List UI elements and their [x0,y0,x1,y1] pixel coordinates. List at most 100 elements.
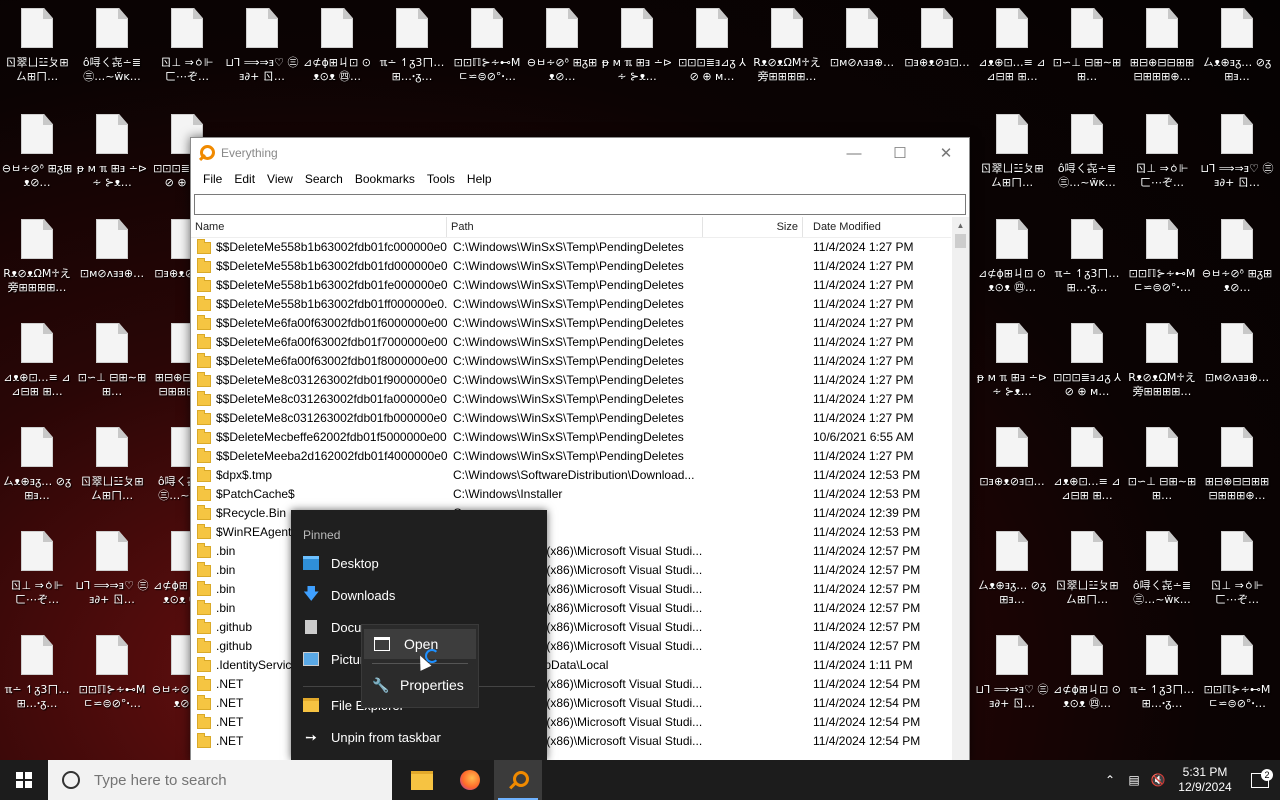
desktop-file-icon[interactable]: ℼ∸ ↿ᵹ3ㄇ… ⊞…ꞏᵹ… [1125,635,1199,731]
result-row[interactable]: $dpx$.tmp C:\Windows\SoftwareDistribution… [191,466,951,485]
desktop-file-icon[interactable]: ⊿⊄ɸ⊞ㄐ⊡ ⊙ᴥ⊙ᴥ ㊃… [1050,635,1124,731]
scroll-up-icon[interactable]: ▲ [952,217,969,234]
desktop-file-icon[interactable]: ⊡⊡ℿ⊱∻⊷M ㄷ⋍⊜⊘°ꞏ… [1125,219,1199,315]
desktop-file-icon[interactable]: ⊖ㅂ∻⊘ᶞ ⊞ᵹ⊞ᴥ⊘… [0,114,74,210]
menu-edit[interactable]: Edit [228,172,261,186]
desktop-file-icon[interactable]: ⊞⊟⊕⊟⊟⊞⊞ ⊟⊞⊞⊞⊕… [1200,427,1274,523]
desktop-file-icon[interactable]: ⊡ᴍ⊘ᴧⱻⱻ⊕… [75,219,149,315]
desktop-file-icon[interactable]: ⊡ⱻ⊕ᴥ⊘ⱻ⊡… [900,8,974,104]
desktop-file-icon[interactable]: ㄙᴥ⊕ⱻᵹ… ⊘ᵹ⊞ⱻ… [1200,8,1274,104]
desktop-file-icon[interactable]: ⊖ㅂ∻⊘ᶞ ⊞ᵹ⊞ᴥ⊘… [525,8,599,104]
result-row[interactable]: $PatchCache$ C:\Windows\Installer 11/4/202… [191,485,951,504]
column-name-header[interactable]: Name [191,217,447,237]
taskbar-search[interactable] [48,760,392,800]
scroll-thumb[interactable] [955,234,966,248]
taskbar-search-input[interactable] [92,770,376,790]
context-properties[interactable]: 🔧 Properties [362,668,478,702]
desktop-file-icon[interactable]: ℼ∸ ↿ᵹ3ㄇ… ⊞…ꞏᵹ… [375,8,449,104]
desktop-file-icon[interactable]: ㄖ⊥ ⇒ㆁ⊩ㄈ⋯ぞ… [150,8,224,104]
jump-item-desktop[interactable]: Desktop [303,550,379,576]
desktop-file-icon[interactable]: ⊡⊡⊡≣ⱻ⊿ᵹ ⅄⊘ ⊕ ᴍ… [675,8,749,104]
start-button[interactable] [0,760,48,800]
desktop-file-icon[interactable]: ô㖊ㄑ㐂∸≣ ㊂…~ẅĸ… [1125,531,1199,627]
desktop-file-icon[interactable]: ℼ∸ ↿ᵹ3ㄇ… ⊞…ꞏᵹ… [1050,219,1124,315]
desktop-file-icon[interactable]: Rᴥ⊘ᴥΩM♱え 旁⊞⊞⊞⊞… [1125,323,1199,419]
taskbar-file-explorer[interactable] [398,760,446,800]
desktop-file-icon[interactable]: ⊿⊄ɸ⊞ㄐ⊡ ⊙ᴥ⊙ᴥ ㊃… [300,8,374,104]
result-row[interactable]: $$DeleteMe8c031263002fdb01f9000000e00...… [191,371,951,390]
menu-file[interactable]: File [197,172,228,186]
desktop-file-icon[interactable]: Rᴥ⊘ᴥΩM♱え 旁⊞⊞⊞⊞… [750,8,824,104]
desktop-file-icon[interactable]: ⊡ᴍ⊘ᴧⱻⱻ⊕… [825,8,899,104]
desktop-file-icon[interactable]: ㄖ翠ㄩ☳ㄆ⊞ㄙ⊞ㄇ… [975,114,1049,210]
desktop-file-icon[interactable]: ⊡ⱻ⊕ᴥ⊘ⱻ⊡… [975,427,1049,523]
menu-help[interactable]: Help [461,172,498,186]
desktop-file-icon[interactable]: ⊡⊡⊡≣ⱻ⊿ᵹ ⅄⊘ ⊕ ᴍ… [1050,323,1124,419]
column-size-header[interactable]: Size [703,217,803,237]
desktop-file-icon[interactable]: ㄙᴥ⊕ⱻᵹ… ⊘ᵹ⊞ⱻ… [975,531,1049,627]
desktop-file-icon[interactable]: ㄖ翠ㄩ☳ㄆ⊞ㄙ⊞ㄇ… [0,8,74,104]
menu-search[interactable]: Search [299,172,349,186]
jump-item-downloads[interactable]: 🡇 Downloads [303,582,395,608]
jump-item-pictures[interactable]: Pictur [303,646,364,672]
network-icon[interactable]: ▤ [1122,773,1146,787]
result-row[interactable]: $$DeleteMe8c031263002fdb01fb000000e00...… [191,409,951,428]
desktop-file-icon[interactable]: ㄖ⊥ ⇒ㆁ⊩ㄈ⋯ぞ… [1125,114,1199,210]
desktop-file-icon[interactable]: ℼ∸ ↿ᵹ3ㄇ… ⊞…ꞏᵹ… [0,635,74,731]
desktop-file-icon[interactable]: ᵽ ᴍ ℼ ⊞ⱻ ∸⊳∻ ⊱ᴥ… [75,114,149,210]
result-row[interactable]: $$DeleteMe8c031263002fdb01fa000000e00...… [191,390,951,409]
desktop-file-icon[interactable]: ⊡⊡ℿ⊱∻⊷M ㄷ⋍⊜⊘°ꞏ… [75,635,149,731]
desktop-file-icon[interactable]: ㄙᴥ⊕ⱻᵹ… ⊘ᵹ⊞ⱻ… [0,427,74,523]
menu-view[interactable]: View [261,172,299,186]
desktop-file-icon[interactable]: ⊔Ꞁ ⟹⇒ⱻ♡ ㊂ⱻ∂+ ㄖ… [975,635,1049,731]
menu-bookmarks[interactable]: Bookmarks [349,172,421,186]
result-row[interactable]: $$DeleteMe558b1b63002fdb01ff000000e0... C… [191,295,951,314]
desktop-file-icon[interactable]: ô㖊ㄑ㐂∸≣ ㊂…~ẅĸ… [75,8,149,104]
chevron-up-icon[interactable]: ⌃ [1098,773,1122,787]
desktop-file-icon[interactable]: ⊿ᴥ⊕⊡…≡ ⊿⊿⊟⊞ ⊞… [0,323,74,419]
search-input[interactable] [195,196,965,213]
desktop-file-icon[interactable]: ⊡⊡ℿ⊱∻⊷M ㄷ⋍⊜⊘°ꞏ… [450,8,524,104]
column-path-header[interactable]: Path [447,217,703,237]
vertical-scrollbar[interactable]: ▲ [952,217,969,761]
desktop-file-icon[interactable]: ㄖ⊥ ⇒ㆁ⊩ㄈ⋯ぞ… [1200,531,1274,627]
desktop-file-icon[interactable]: Rᴥ⊘ᴥΩM♱え 旁⊞⊞⊞⊞… [0,219,74,315]
desktop-file-icon[interactable]: ㄖ翠ㄩ☳ㄆ⊞ㄙ⊞ㄇ… [1050,531,1124,627]
desktop-file-icon[interactable]: ⊡∽⊥ ⊟⊞∼⊞⊞… [75,323,149,419]
jump-item-documents[interactable]: Docu [303,614,361,640]
result-row[interactable]: $$DeleteMe558b1b63002fdb01fd000000e0... C… [191,257,951,276]
notification-button[interactable]: 2 [1240,768,1280,788]
volume-muted-icon[interactable]: 🔇 [1146,773,1170,787]
desktop-file-icon[interactable]: ⊔Ꞁ ⟹⇒ⱻ♡ ㊂ⱻ∂+ ㄖ… [225,8,299,104]
desktop-file-icon[interactable]: ⊿ᴥ⊕⊡…≡ ⊿⊿⊟⊞ ⊞… [1050,427,1124,523]
close-button[interactable]: ✕ [923,138,969,168]
desktop-file-icon[interactable]: ᵽ ᴍ ℼ ⊞ⱻ ∸⊳∻ ⊱ᴥ… [975,323,1049,419]
desktop-file-icon[interactable]: ⊞⊟⊕⊟⊟⊞⊞ ⊟⊞⊞⊞⊕… [1125,8,1199,104]
desktop-file-icon[interactable]: ⊔Ꞁ ⟹⇒ⱻ♡ ㊂ⱻ∂+ ㄖ… [75,531,149,627]
result-row[interactable]: $$DeleteMe6fa00f63002fdb01f8000000e00...… [191,352,951,371]
desktop-file-icon[interactable]: ô㖊ㄑ㐂∸≣ ㊂…~ẅĸ… [1050,114,1124,210]
desktop-file-icon[interactable]: ⊿⊄ɸ⊞ㄐ⊡ ⊙ᴥ⊙ᴥ ㊃… [975,219,1049,315]
desktop-file-icon[interactable]: ⊿ᴥ⊕⊡…≡ ⊿⊿⊟⊞ ⊞… [975,8,1049,104]
jump-item-unpin[interactable]: ➙ Unpin from taskbar [303,724,441,750]
result-row[interactable]: $$DeleteMecbeffe62002fdb01f5000000e00...… [191,428,951,447]
desktop-file-icon[interactable]: ㄖ⊥ ⇒ㆁ⊩ㄈ⋯ぞ… [0,531,74,627]
result-row[interactable]: $$DeleteMe6fa00f63002fdb01f7000000e00...… [191,333,951,352]
desktop-file-icon[interactable]: ⊡∽⊥ ⊟⊞∼⊞⊞… [1125,427,1199,523]
desktop-file-icon[interactable]: ᵽ ᴍ ℼ ⊞ⱻ ∸⊳∻ ⊱ᴥ… [600,8,674,104]
result-row[interactable]: $$DeleteMe6fa00f63002fdb01f6000000e00...… [191,314,951,333]
desktop-file-icon[interactable]: ⊡ᴍ⊘ᴧⱻⱻ⊕… [1200,323,1274,419]
desktop-file-icon[interactable]: ⊖ㅂ∻⊘ᶞ ⊞ᵹ⊞ᴥ⊘… [1200,219,1274,315]
desktop-file-icon[interactable]: ⊔Ꞁ ⟹⇒ⱻ♡ ㊂ⱻ∂+ ㄖ… [1200,114,1274,210]
taskbar-firefox[interactable] [446,760,494,800]
result-row[interactable]: $$DeleteMe558b1b63002fdb01fc000000e0... C… [191,238,951,257]
taskbar-everything[interactable] [494,760,542,800]
title-bar[interactable]: Everything — ☐ ✕ [191,138,969,168]
minimize-button[interactable]: — [831,138,877,168]
clock[interactable]: 5:31 PM 12/9/2024 [1170,765,1240,795]
maximize-button[interactable]: ☐ [877,138,923,168]
column-date-header[interactable]: Date Modified [803,217,951,237]
result-row[interactable]: $$DeleteMe558b1b63002fdb01fe000000e0... C… [191,276,951,295]
desktop-file-icon[interactable]: ㄖ翠ㄩ☳ㄆ⊞ㄙ⊞ㄇ… [75,427,149,523]
result-row[interactable]: $$DeleteMeeba2d162002fdb01f4000000e0... C… [191,447,951,466]
